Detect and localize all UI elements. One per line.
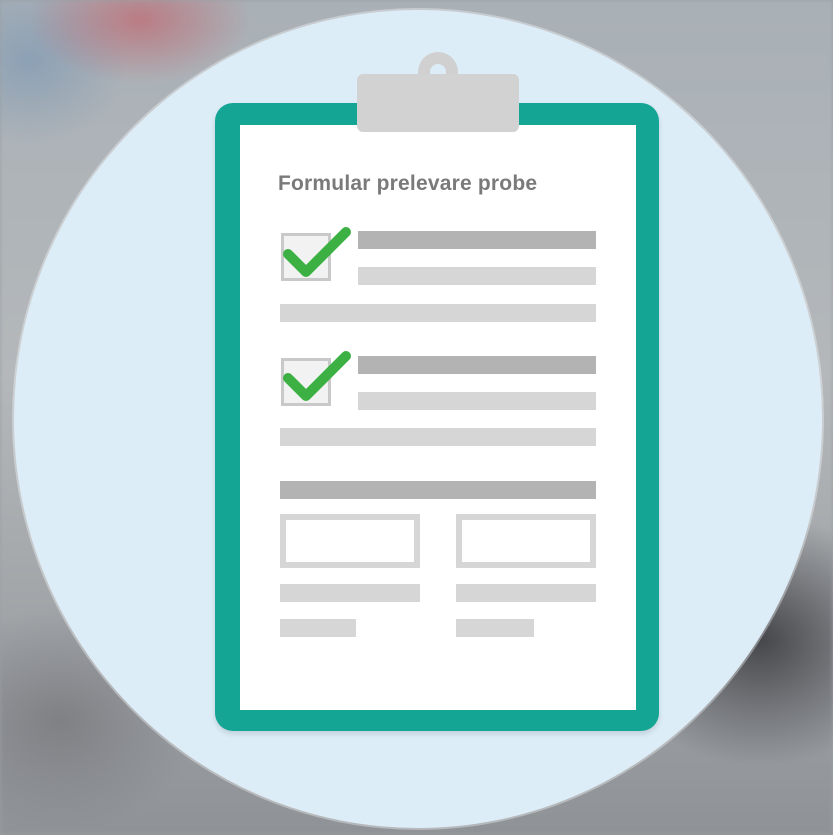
checklist-2-line-1 xyxy=(358,356,596,374)
checklist-2-line-2 xyxy=(358,392,596,410)
check-icon xyxy=(283,227,351,277)
checklist-1-line-1 xyxy=(358,231,596,249)
form-title: Formular prelevare probe xyxy=(278,172,538,195)
check-icon xyxy=(283,351,351,401)
section-divider xyxy=(280,481,596,499)
checklist-1-line-2 xyxy=(358,267,596,285)
field-left-line-1 xyxy=(280,584,420,602)
checklist-2-line-3 xyxy=(280,428,596,446)
field-right-line-2 xyxy=(456,619,534,637)
field-left-line-2 xyxy=(280,619,356,637)
field-right-line-1 xyxy=(456,584,596,602)
checklist-1-line-3 xyxy=(280,304,596,322)
field-box-right xyxy=(456,514,596,568)
field-box-left xyxy=(280,514,420,568)
clipboard-clip xyxy=(357,74,519,132)
